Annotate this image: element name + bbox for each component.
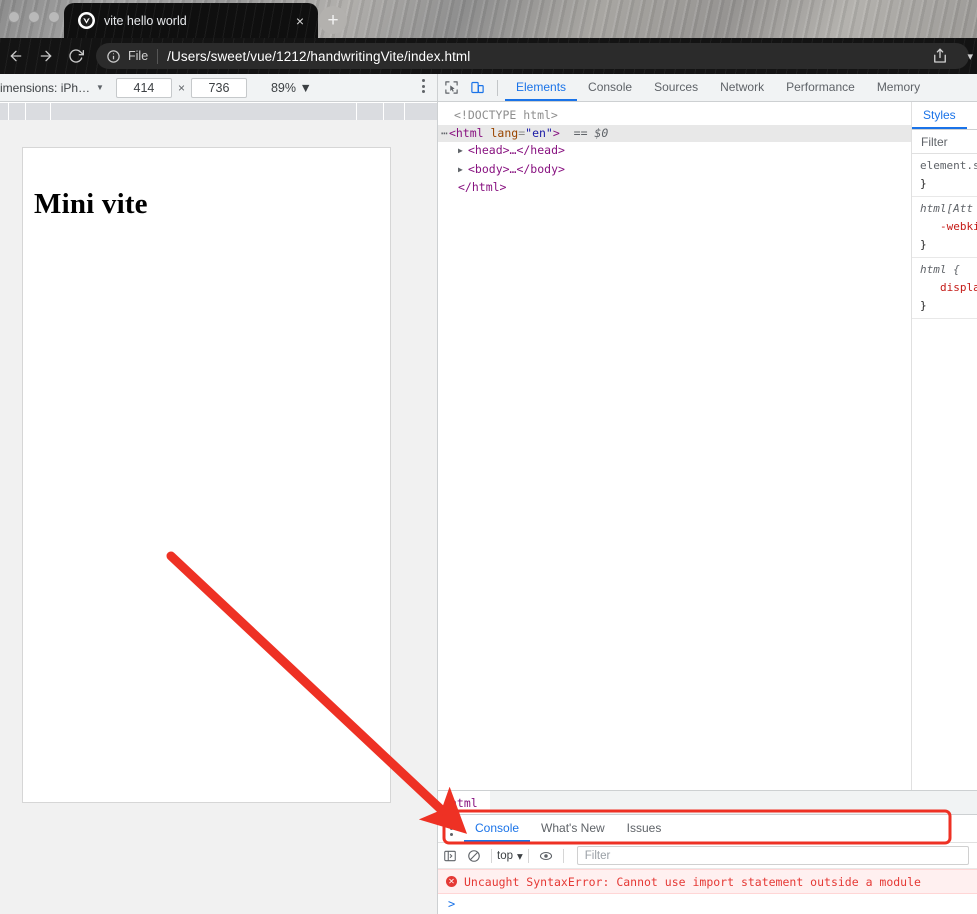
device-emulation-toolbar: imensions: iPh… ▼ 414 × 736 89% ▼ bbox=[0, 74, 437, 102]
url-divider bbox=[157, 48, 159, 64]
url-scheme-label: File bbox=[128, 49, 149, 63]
tab-memory[interactable]: Memory bbox=[866, 74, 931, 101]
chevron-down-icon[interactable]: ▾ bbox=[967, 50, 973, 63]
console-drawer: Console What's New Issues top ▾ Filter ✕… bbox=[438, 814, 977, 914]
css-rule[interactable]: element.s } bbox=[912, 154, 977, 197]
devtools-panel: Elements Console Sources Network Perform… bbox=[437, 74, 977, 914]
device-toolbar-icon[interactable] bbox=[464, 75, 490, 101]
viewport-scrollbar[interactable] bbox=[430, 120, 437, 914]
dom-line-body[interactable]: ▶ <body>…</body> bbox=[438, 161, 911, 180]
breadcrumb-item-html[interactable]: html bbox=[438, 790, 490, 815]
minimize-window-button[interactable] bbox=[28, 11, 40, 23]
chevron-down-icon: ▾ bbox=[517, 850, 523, 863]
console-filter-input[interactable]: Filter bbox=[576, 846, 969, 865]
maximize-window-button[interactable] bbox=[48, 11, 60, 23]
close-window-button[interactable] bbox=[8, 11, 20, 23]
drawer-tabbar: Console What's New Issues bbox=[438, 815, 977, 843]
chevron-down-icon[interactable]: ▼ bbox=[96, 83, 104, 92]
tab-sources[interactable]: Sources bbox=[643, 74, 709, 101]
tab-network[interactable]: Network bbox=[709, 74, 775, 101]
console-sidebar-icon[interactable] bbox=[438, 844, 462, 868]
drawer-tab-whats-new[interactable]: What's New bbox=[530, 815, 616, 842]
close-icon[interactable]: × bbox=[290, 11, 310, 31]
tab-elements[interactable]: Elements bbox=[505, 74, 577, 101]
kebab-menu-icon[interactable] bbox=[422, 79, 425, 93]
live-expression-icon[interactable] bbox=[534, 844, 558, 868]
devtools-body: <!DOCTYPE html> ⋯ <html lang="en"> == $0 … bbox=[438, 102, 977, 790]
prompt-chevron-icon: > bbox=[448, 897, 456, 911]
console-toolbar: top ▾ Filter bbox=[438, 843, 977, 869]
tab-title: vite hello world bbox=[104, 13, 187, 28]
console-prompt[interactable]: > bbox=[438, 894, 977, 914]
tab-styles[interactable]: Styles bbox=[912, 102, 967, 129]
device-dimensions-select[interactable]: imensions: iPh… bbox=[0, 81, 90, 95]
vite-icon bbox=[78, 12, 95, 29]
browser-tab[interactable]: vite hello world × bbox=[64, 3, 318, 38]
window-traffic-lights bbox=[8, 11, 60, 23]
dom-line-doctype: <!DOCTYPE html> bbox=[454, 108, 558, 122]
device-height-input[interactable]: 736 bbox=[190, 77, 247, 98]
forward-icon[interactable] bbox=[32, 42, 60, 70]
css-rule[interactable]: html { displa } bbox=[912, 258, 977, 319]
console-error-message[interactable]: ✕ Uncaught SyntaxError: Cannot use impor… bbox=[438, 869, 977, 894]
clear-console-icon[interactable] bbox=[462, 844, 486, 868]
toolbar-divider bbox=[527, 848, 529, 863]
inspect-element-icon[interactable] bbox=[438, 75, 464, 101]
styles-pane: Styles Filter element.s } html[Att -webk… bbox=[912, 102, 977, 790]
reload-icon[interactable] bbox=[62, 42, 90, 70]
dom-line-html-close: </html> bbox=[458, 180, 507, 194]
page-title: Mini vite bbox=[34, 188, 148, 220]
chevron-right-icon[interactable]: ▶ bbox=[458, 161, 468, 179]
console-error-text: Uncaught SyntaxError: Cannot use import … bbox=[464, 874, 921, 889]
toolbar-divider bbox=[562, 848, 564, 863]
info-circle-icon[interactable] bbox=[106, 49, 121, 64]
drawer-tab-issues[interactable]: Issues bbox=[616, 815, 673, 842]
back-icon[interactable] bbox=[2, 42, 30, 70]
breadcrumb: html bbox=[438, 790, 977, 815]
device-viewport: Mini vite bbox=[0, 120, 437, 914]
browser-toolbar: File /Users/sweet/vue/1212/handwritingVi… bbox=[0, 38, 977, 74]
dom-line-html[interactable]: ⋯ <html lang="en"> == $0 bbox=[438, 124, 911, 142]
dom-tree[interactable]: <!DOCTYPE html> ⋯ <html lang="en"> == $0 … bbox=[438, 102, 912, 790]
tab-console[interactable]: Console bbox=[577, 74, 643, 101]
share-icon[interactable] bbox=[931, 47, 949, 65]
drawer-tab-console[interactable]: Console bbox=[464, 815, 530, 842]
devtools-tabbar: Elements Console Sources Network Perform… bbox=[438, 74, 977, 102]
address-bar[interactable]: File /Users/sweet/vue/1212/handwritingVi… bbox=[96, 43, 969, 69]
rendered-page: Mini vite bbox=[22, 147, 391, 803]
dom-line-head[interactable]: ▶ <head>…</head> bbox=[438, 142, 911, 161]
device-zoom-select[interactable]: 89% ▼ bbox=[271, 81, 312, 95]
css-rule[interactable]: html[Att -webki } bbox=[912, 197, 977, 258]
tab-performance[interactable]: Performance bbox=[775, 74, 866, 101]
error-circle-icon: ✕ bbox=[446, 876, 457, 887]
browser-window: vite hello world × + File /Users/sweet/v… bbox=[0, 0, 977, 914]
console-context-select[interactable]: top ▾ bbox=[497, 849, 523, 863]
viewport-ruler bbox=[0, 103, 437, 120]
dimension-separator: × bbox=[177, 80, 185, 95]
console-messages: ✕ Uncaught SyntaxError: Cannot use impor… bbox=[438, 869, 977, 914]
url-text: /Users/sweet/vue/1212/handwritingVite/in… bbox=[167, 48, 471, 64]
device-width-input[interactable]: 414 bbox=[115, 77, 172, 98]
styles-filter-input[interactable]: Filter bbox=[912, 130, 977, 154]
kebab-menu-icon[interactable] bbox=[438, 821, 464, 836]
toolbar-divider bbox=[491, 848, 492, 863]
chevron-right-icon[interactable]: ▶ bbox=[458, 142, 468, 160]
navigation-buttons bbox=[2, 42, 90, 70]
styles-tabbar: Styles bbox=[912, 102, 977, 130]
new-tab-button[interactable]: + bbox=[319, 6, 347, 34]
toolbar-divider bbox=[497, 79, 498, 96]
